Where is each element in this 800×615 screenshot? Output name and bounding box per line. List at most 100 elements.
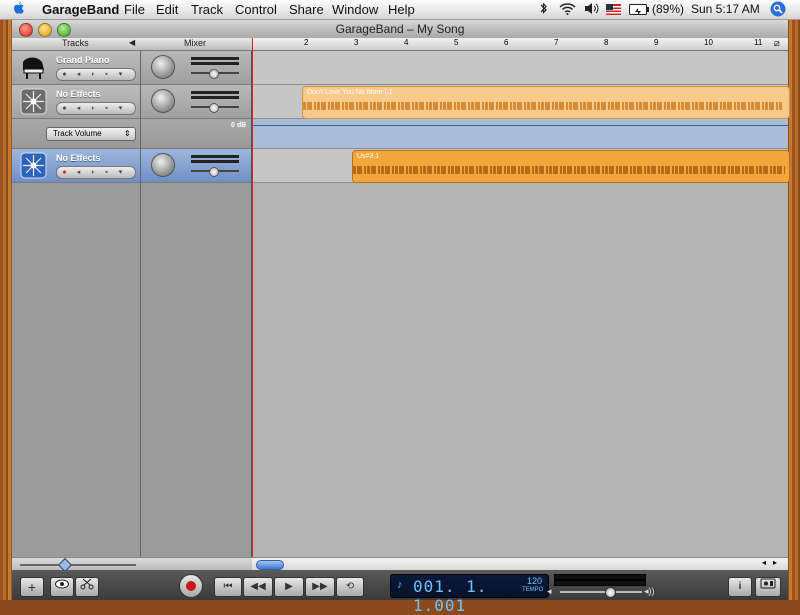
wifi-icon[interactable]	[559, 2, 576, 18]
collapse-arrow-icon[interactable]: ◀	[129, 38, 135, 47]
automation-curve[interactable]	[252, 125, 788, 126]
cycle-button[interactable]: ⟲	[336, 577, 364, 597]
playhead[interactable]	[252, 38, 253, 557]
info-button[interactable]: i	[728, 577, 752, 597]
volume-slider-thumb[interactable]	[209, 167, 219, 177]
pan-knob[interactable]	[151, 153, 175, 177]
region-name: Don't Love You No More (.1	[307, 89, 393, 96]
track-name: Grand Piano	[56, 55, 110, 65]
automation-row: Track Volume ⇕	[12, 119, 140, 149]
battery-icon[interactable]	[629, 4, 649, 18]
app-menu[interactable]: GarageBand	[42, 2, 119, 17]
mute-icon[interactable]: ◂	[75, 71, 82, 78]
menu-track[interactable]: Track	[191, 2, 223, 17]
menu-control[interactable]: Control	[235, 2, 277, 17]
track-lane[interactable]: Don't Love You No More (.1	[252, 85, 790, 119]
menu-edit[interactable]: Edit	[156, 2, 178, 17]
battery-percent: (89%)	[652, 2, 685, 16]
mute-icon[interactable]: ◂	[75, 169, 82, 176]
audio-region[interactable]: Don't Love You No More (.1	[302, 86, 790, 119]
solo-icon[interactable]: ◖	[89, 71, 96, 78]
pan-knob[interactable]	[151, 89, 175, 113]
bluetooth-icon[interactable]	[540, 2, 548, 18]
volume-slider-thumb[interactable]	[209, 69, 219, 79]
menu-file[interactable]: File	[124, 2, 145, 17]
mixer-row	[141, 85, 251, 119]
pan-knob[interactable]	[151, 55, 175, 79]
menu-bar: GarageBand File Edit Track Control Share…	[0, 0, 800, 20]
zoom-button[interactable]	[57, 23, 71, 37]
record-button[interactable]	[179, 574, 203, 598]
lock-track-icon[interactable]: ▪	[103, 105, 110, 112]
menu-clock[interactable]: Sun 5:17 AM	[691, 2, 760, 16]
mixer-row	[141, 149, 251, 183]
master-volume-track[interactable]	[560, 591, 642, 593]
master-volume-thumb[interactable]	[605, 587, 616, 598]
scroll-left-icon[interactable]: ◂	[762, 558, 766, 567]
track-lane[interactable]	[252, 51, 788, 85]
rewind-button[interactable]: ◀◀	[243, 577, 273, 597]
lock-track-icon[interactable]: ▪	[103, 169, 110, 176]
audio-region[interactable]: Us#3.1	[352, 150, 790, 183]
solo-icon[interactable]: ◖	[89, 169, 96, 176]
record-icon	[186, 581, 196, 591]
track-header-grand-piano[interactable]: Grand Piano ● ◂ ◖ ▪ ▾	[12, 51, 140, 85]
record-enable-icon[interactable]: ●	[61, 105, 68, 112]
time-display[interactable]: ♪ 001. 1. 1.001 120 TEMPO	[390, 574, 549, 615]
record-enable-icon[interactable]: ●	[61, 169, 68, 176]
piano-icon	[20, 54, 47, 81]
scroll-thumb[interactable]	[256, 560, 284, 570]
close-button[interactable]	[19, 23, 33, 37]
automation-toggle-icon[interactable]: ▾	[117, 105, 124, 112]
automation-toggle-icon[interactable]: ▾	[117, 71, 124, 78]
track-headers-panel: Grand Piano ● ◂ ◖ ▪ ▾ No Effects ● ◂ ◖ ▪…	[12, 51, 141, 557]
window-titlebar[interactable]: GarageBand – My Song	[12, 20, 788, 39]
tempo-label: TEMPO	[522, 587, 544, 593]
volume-high-icon: ◂))	[644, 586, 655, 596]
track-name: No Effects	[56, 89, 101, 99]
menu-help[interactable]: Help	[388, 2, 415, 17]
record-enable-icon[interactable]: ●	[61, 71, 68, 78]
go-to-beginning-button[interactable]: ⏮	[214, 577, 242, 597]
track-header-no-effects-1[interactable]: No Effects ● ◂ ◖ ▪ ▾	[12, 85, 140, 119]
timeline-ruler[interactable]: 2 3 4 5 6 7 8 9 10 11 ⧄	[252, 38, 788, 51]
us-flag-icon[interactable]	[606, 4, 621, 18]
volume-icon[interactable]	[584, 2, 599, 18]
media-browser-button[interactable]	[755, 577, 781, 597]
ruler-mark: 9	[654, 38, 659, 47]
level-meter	[191, 62, 239, 65]
automation-parameter-select[interactable]: Track Volume ⇕	[46, 127, 136, 141]
automation-toggle-icon[interactable]: ▾	[117, 169, 124, 176]
arrange-area[interactable]: Don't Love You No More (.1 Us#3.1	[252, 51, 790, 557]
transport-bar: + ⏮ ◀◀ ▶ ▶▶ ⟲ ♪ 001. 1. 1.001 120 TEMPO …	[12, 570, 788, 615]
ruler-mark: 11	[754, 38, 763, 47]
scroll-right-icon[interactable]: ▸	[773, 558, 777, 567]
minimize-button[interactable]	[38, 23, 52, 37]
volume-slider-thumb[interactable]	[209, 103, 219, 113]
window-title: GarageBand – My Song	[335, 22, 465, 36]
solo-icon[interactable]: ◖	[89, 105, 96, 112]
apple-menu-icon[interactable]	[12, 1, 25, 19]
ruler-mark: 8	[604, 38, 609, 47]
add-track-button[interactable]: +	[20, 577, 44, 597]
track-editor-button[interactable]	[75, 577, 99, 597]
mute-icon[interactable]: ◂	[75, 105, 82, 112]
spotlight-icon[interactable]	[770, 1, 786, 20]
track-header-no-effects-2[interactable]: No Effects ● ◂ ◖ ▪ ▾	[12, 149, 140, 183]
ruler-mark: 7	[554, 38, 559, 47]
lock-icon[interactable]: ⧄	[774, 38, 780, 49]
zoom-slider-track[interactable]	[20, 564, 136, 566]
loop-browser-button[interactable]	[50, 577, 74, 597]
play-button[interactable]: ▶	[274, 577, 304, 597]
automation-lane[interactable]	[252, 119, 788, 149]
lock-track-icon[interactable]: ▪	[103, 71, 110, 78]
mixer-row	[141, 51, 251, 85]
waveform	[353, 166, 785, 174]
horizontal-scrollbar[interactable]: ◂ ▸	[252, 557, 788, 571]
track-lane[interactable]: Us#3.1	[252, 149, 790, 183]
ruler-mark: 10	[704, 38, 713, 47]
waveform	[303, 102, 783, 110]
menu-window[interactable]: Window	[332, 2, 378, 17]
menu-share[interactable]: Share	[289, 2, 324, 17]
fast-forward-button[interactable]: ▶▶	[305, 577, 335, 597]
